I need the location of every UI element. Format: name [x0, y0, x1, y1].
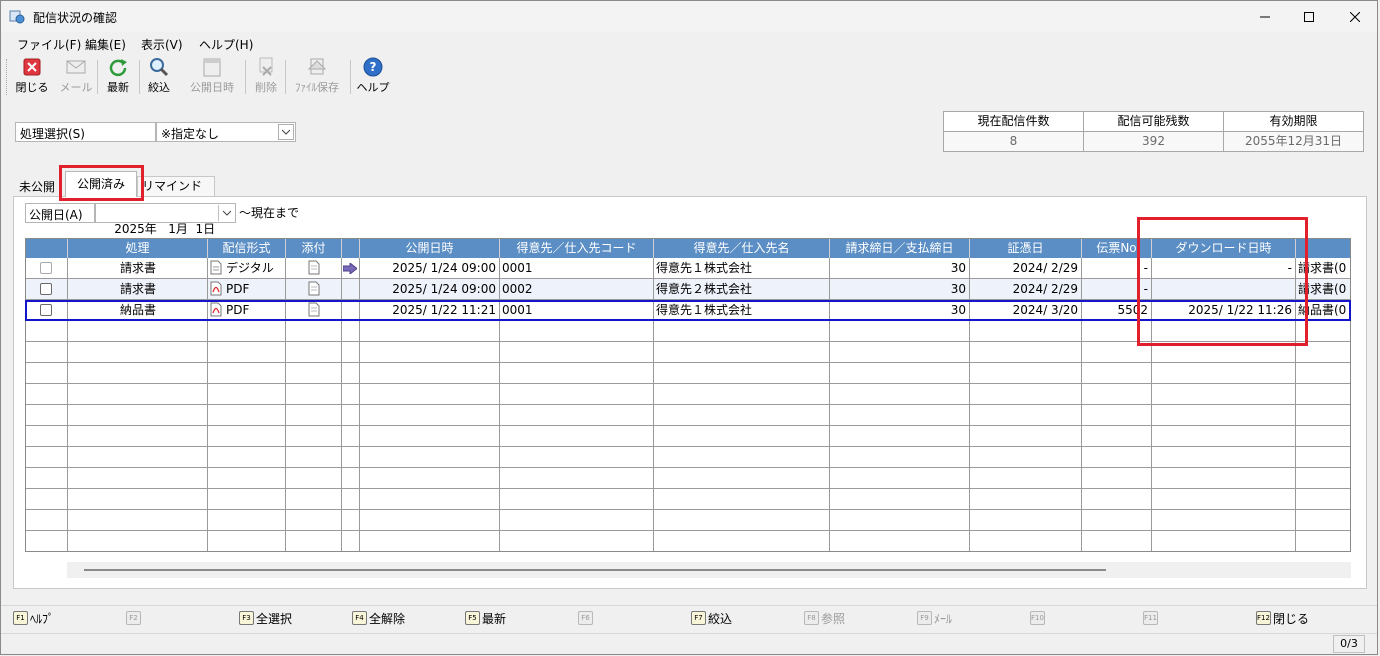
status-bar — [1, 633, 1377, 655]
process-select[interactable]: ※指定なし — [156, 122, 296, 142]
col-header-check[interactable] — [26, 239, 68, 258]
digital-doc-icon — [210, 260, 222, 275]
refresh-icon — [109, 59, 127, 77]
mail-icon — [66, 60, 86, 74]
tab-remind[interactable]: リマインド — [137, 176, 215, 196]
stat-current-count: 現在配信件数 8 — [943, 111, 1084, 153]
menu-bar: ファイル(F) 編集(E) 表示(V) ヘルプ(H) — [1, 33, 1377, 55]
mail-button[interactable]: メール — [60, 57, 93, 97]
col-header-process[interactable]: 処理 — [68, 239, 208, 258]
highlight-box-download — [1137, 217, 1308, 346]
title-bar: 配信状況の確認 — [1, 1, 1377, 32]
minimize-button[interactable] — [1242, 1, 1288, 32]
refresh-button[interactable]: 最新 — [105, 57, 131, 97]
toolbar: 閉じる メール 最新 絞込 公開日時 削除 ﾌｧｲﾙ保存 ? ヘルプ — [1, 55, 1377, 99]
fkey-f8-reference[interactable]: F8 参照 — [804, 610, 845, 626]
publish-date-value: 2025年 1月 1日 — [114, 222, 216, 236]
calendar-icon — [203, 58, 221, 77]
publish-datetime-button[interactable]: 公開日時 — [187, 57, 237, 97]
file-save-button[interactable]: ﾌｧｲﾙ保存 — [292, 57, 342, 97]
menu-view[interactable]: 表示(V) — [141, 36, 183, 53]
col-header-publish-datetime[interactable]: 公開日時 — [360, 239, 500, 258]
col-header-voucher-date[interactable]: 証憑日 — [970, 239, 1082, 258]
col-header-attach[interactable]: 添付 — [286, 239, 342, 258]
help-button[interactable]: ? ヘルプ — [357, 57, 390, 97]
delivery-stats: 現在配信件数 8 配信可能残数 392 有効期限 2055年12月31日 — [943, 111, 1365, 153]
fkey-f11[interactable]: F11 — [1143, 610, 1160, 626]
close-button[interactable]: 閉じる — [15, 57, 49, 97]
col-header-code[interactable]: 得意先／仕入先コード — [500, 239, 654, 258]
menu-edit[interactable]: 編集(E) — [85, 36, 126, 53]
close-icon — [1350, 11, 1360, 22]
attachment-icon[interactable] — [308, 281, 320, 296]
highlight-box-tab — [59, 165, 144, 201]
fkey-f12-close[interactable]: F12 閉じる — [1256, 610, 1309, 626]
fkey-f9-mail[interactable]: F9 ﾒｰﾙ — [917, 610, 952, 626]
row-checkbox[interactable] — [40, 283, 52, 295]
help-icon: ? — [363, 57, 383, 77]
attachment-icon[interactable] — [308, 260, 320, 275]
horizontal-scrollbar[interactable] — [67, 562, 1351, 578]
file-save-icon — [307, 58, 327, 75]
process-select-value: ※指定なし — [161, 127, 220, 141]
col-header-closing-day[interactable]: 請求締日／支払締日 — [830, 239, 970, 258]
minimize-icon — [1260, 16, 1270, 17]
fkey-f6[interactable]: F6 — [578, 610, 595, 626]
fkey-f1-help[interactable]: F1 ﾍﾙﾌﾟ — [13, 610, 54, 626]
close-x-icon — [23, 58, 41, 76]
publish-date-label: 公開日(A) — [25, 203, 95, 223]
fkey-f2[interactable]: F2 — [126, 610, 143, 626]
chevron-down-icon[interactable] — [278, 124, 294, 140]
stat-remaining: 配信可能残数 392 — [1083, 111, 1224, 153]
menu-file[interactable]: ファイル(F) — [17, 36, 81, 53]
tab-unpublished[interactable]: 未公開 — [15, 176, 59, 196]
fkey-f5-refresh[interactable]: F5 最新 — [465, 610, 506, 626]
close-window-button[interactable] — [1332, 1, 1378, 32]
menu-help[interactable]: ヘルプ(H) — [199, 36, 253, 53]
scrollbar-thumb[interactable] — [84, 569, 1106, 571]
date-range-suffix: ～現在まで — [239, 206, 300, 220]
fkey-f10[interactable]: F10 — [1030, 610, 1047, 626]
window-title: 配信状況の確認 — [33, 11, 118, 25]
arrow-right-icon[interactable] — [343, 263, 357, 274]
fkey-f7-filter[interactable]: F7 絞込 — [691, 610, 732, 626]
col-header-name[interactable]: 得意先／仕入先名 — [654, 239, 830, 258]
fkey-f4-clear-all[interactable]: F4 全解除 — [352, 610, 405, 626]
svg-text:?: ? — [370, 60, 377, 74]
publish-date-input[interactable]: 2025年 1月 1日 — [95, 203, 236, 236]
pdf-icon — [210, 281, 222, 296]
maximize-button[interactable] — [1286, 1, 1332, 32]
record-count: 0/3 — [1333, 635, 1365, 653]
row-checkbox[interactable] — [40, 262, 52, 274]
function-key-bar: F1 ﾍﾙﾌﾟ F2 F3 全選択 F4 全解除 F5 最新 F6 F7 絞込 F8 参照 … — [1, 605, 1377, 627]
col-header-arrow[interactable] — [342, 239, 360, 258]
col-header-format[interactable]: 配信形式 — [208, 239, 286, 258]
delete-button[interactable]: 削除 — [253, 57, 279, 97]
stat-expiry: 有効期限 2055年12月31日 — [1223, 111, 1364, 153]
delete-icon — [259, 57, 273, 76]
maximize-icon — [1304, 11, 1314, 22]
app-window: 配信状況の確認 ファイル(F) 編集(E) 表示(V) ヘルプ(H) 閉じる メ… — [0, 0, 1378, 655]
chevron-down-icon[interactable] — [218, 205, 234, 221]
filter-button[interactable]: 絞込 — [146, 57, 172, 97]
toolbar-grip — [6, 59, 9, 95]
process-select-label: 処理選択(S) — [15, 122, 156, 142]
fkey-f3-select-all[interactable]: F3 全選択 — [239, 610, 292, 626]
magnifier-icon — [150, 58, 169, 77]
app-icon — [9, 10, 25, 24]
